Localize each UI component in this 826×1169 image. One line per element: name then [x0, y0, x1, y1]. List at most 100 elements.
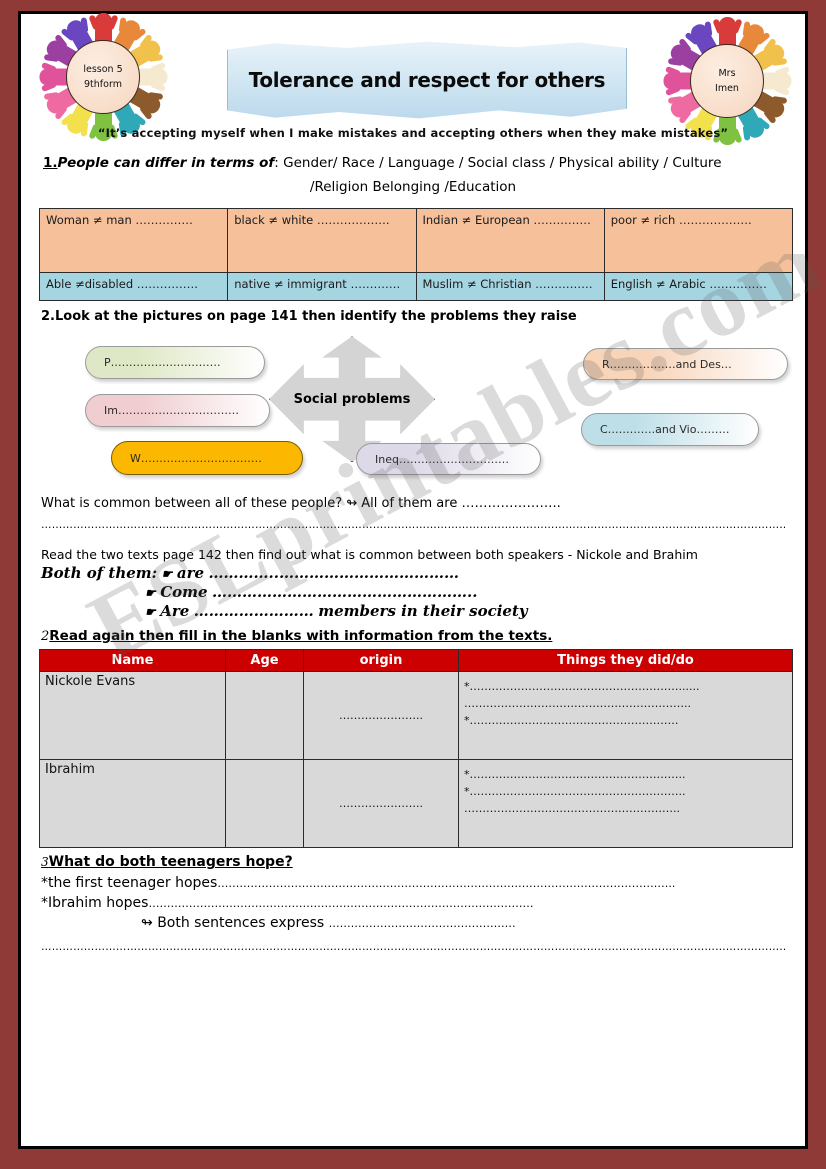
bullet-dots[interactable]: ……………………………………………..: [212, 583, 477, 601]
section-1-line-2: /Religion Belonging /Education: [309, 178, 517, 195]
section-1-items-1: Gender/ Race / Language / Social class /…: [278, 155, 722, 171]
bullet-dots[interactable]: ……………………: [194, 602, 314, 620]
differences-table: Woman ≠ man …………… black ≠ white ………………. …: [38, 208, 794, 302]
section-3-line-3: ↬ Both sentences express …………………………………………: [141, 915, 795, 931]
cell-things-line: ……………………………………………………..: [464, 697, 691, 711]
bullet-label: are: [176, 564, 205, 583]
section-3-line-2-text: *Ibrahim hopes: [41, 895, 149, 912]
lesson-badge-line2: 9thform: [84, 79, 122, 90]
section-1-line-1: 1.People can differ in terms of: Gender/…: [31, 152, 795, 176]
pill-conflict[interactable]: C………….and Vio………: [581, 413, 759, 447]
table-row: Woman ≠ man …………… black ≠ white ………………. …: [38, 208, 794, 274]
diff-cell[interactable]: poor ≠ rich ……………….: [603, 208, 794, 274]
names-table-instruction: 2Read again then fill in the blanks with…: [41, 627, 795, 645]
cell-name[interactable]: Nickole Evans: [39, 671, 226, 761]
both-of-them-line-2: ☛ Come ……………………………………………..: [145, 583, 795, 602]
bullet-label: Come: [160, 583, 208, 602]
header-quote: “It’s accepting myself when I make mista…: [97, 126, 729, 140]
cell-things-line: *…………………………………………………......: [464, 680, 700, 694]
pill-racism[interactable]: R………………and Des…: [583, 348, 788, 381]
names-table-instruction-text: Read again then fill in the blanks with …: [49, 628, 553, 645]
pointing-hand-icon: ↬: [141, 915, 153, 932]
cell-things[interactable]: *…………………………………………………...... ……………………………………: [458, 671, 793, 761]
common-question-answer-line[interactable]: ……………………………………………………………………………………………………………: [41, 519, 785, 531]
diagram-center-label: Social problems: [293, 391, 411, 407]
diff-cell[interactable]: Woman ≠ man ……………: [38, 208, 229, 274]
section-3-line-2-dots[interactable]: ……………………………………………………………………………………………: [148, 897, 533, 910]
teacher-badge-line1: Mrs: [718, 67, 736, 79]
table-row: Able ≠disabled ……………. native ≠ immigrant…: [38, 272, 794, 302]
pointing-hand-icon: ☛: [145, 586, 156, 601]
diff-cell[interactable]: Muslim ≠ Christian ……………: [415, 272, 605, 302]
pointing-hand-icon: ☛: [145, 605, 156, 620]
teacher-badge-line2: Imen: [715, 83, 739, 94]
bullet-label: Are: [160, 602, 190, 621]
title-banner: Tolerance and respect for others: [227, 40, 627, 120]
table-row: Nickole Evans ………………….. *…………………………………………: [39, 671, 793, 761]
section-3-line-3-dots[interactable]: ……………………………………………: [329, 917, 516, 930]
section-3-number: 3: [41, 855, 49, 870]
column-header-name: Name: [39, 649, 226, 673]
names-table: Name Age origin Things they did/do Nicko…: [39, 649, 793, 849]
pill-label: W……………………………: [130, 451, 262, 465]
cell-name[interactable]: Ibrahim: [39, 759, 226, 849]
pill-immigration[interactable]: Im……………………………: [85, 394, 270, 428]
pill-label: Im……………………………: [104, 404, 239, 418]
section-2-instruction: 2.Look at the pictures on page 141 then …: [41, 309, 577, 325]
bullet-suffix: members in their society: [318, 602, 528, 621]
column-header-things: Things they did/do: [458, 649, 793, 673]
cell-origin[interactable]: …………………..: [303, 759, 459, 849]
worksheet-page: lesson 5 9thform Tolerance and respect f…: [0, 0, 826, 1169]
bullet-dots[interactable]: …………..………………………………: [209, 564, 459, 582]
section-3-final-line[interactable]: ……………………………………………………………………………………………………………: [41, 941, 785, 953]
diff-cell[interactable]: English ≠ Arabic ……………: [603, 272, 794, 302]
cell-things-line: *…………………………………………………..: [464, 768, 686, 782]
social-problems-diagram: Social problems P………………………… Im……………………………: [31, 326, 795, 494]
diff-cell[interactable]: black ≠ white ……………….: [227, 208, 417, 274]
column-header-origin: origin: [303, 649, 459, 673]
section-3: 3What do both teenagers hope? *the first…: [31, 853, 795, 953]
diff-cell[interactable]: native ≠ immigrant ………….: [227, 272, 417, 302]
section-1: 1.People can differ in terms of: Gender/…: [31, 152, 795, 199]
pill-label: P…………………………: [104, 356, 221, 370]
table-row: Ibrahim ………………….. *…………………………………………………..…: [39, 759, 793, 849]
section-3-line-1-text: *the first teenager hopes: [41, 875, 218, 892]
common-question: What is common between all of these peop…: [41, 496, 561, 512]
cell-age[interactable]: [225, 671, 304, 761]
section-1-number: 1.: [43, 155, 58, 171]
worksheet-header: lesson 5 9thform Tolerance and respect f…: [31, 13, 795, 146]
hands-graphic-left: lesson 5 9thform: [39, 13, 167, 141]
section-3-line-1: *the first teenager hopes…………………………………………: [41, 875, 795, 891]
section-3-heading-row: 3What do both teenagers hope?: [41, 853, 795, 871]
diff-cell[interactable]: Indian ≠ European ……………: [415, 208, 605, 274]
pill-poverty[interactable]: P…………………………: [85, 346, 265, 380]
pill-label: R………………and Des…: [602, 357, 732, 371]
both-of-them-prefix: Both of them:: [41, 564, 158, 583]
cell-things-line: *…………………………………………………..: [464, 785, 686, 799]
hands-graphic-right: Mrs Imen: [663, 17, 791, 145]
section-1-title: People can differ in terms of: [57, 155, 275, 171]
pill-label: C………….and Vio………: [600, 423, 730, 437]
both-of-them-line-1: Both of them: ☛ are …………..………………………………: [41, 564, 795, 583]
teacher-badge: Mrs Imen: [690, 44, 764, 118]
column-header-age: Age: [225, 649, 304, 673]
worksheet-sheet: lesson 5 9thform Tolerance and respect f…: [18, 11, 821, 1149]
cell-things-line: *…………………………………………………: [464, 714, 679, 728]
read-texts-instruction: Read the two texts page 142 then find ou…: [41, 547, 698, 563]
cell-things-line: …………………………………………………..: [464, 802, 680, 816]
section-3-line-1-dots[interactable]: ……………………………………………………………………………………………………………: [217, 877, 675, 890]
worksheet-title: Tolerance and respect for others: [248, 68, 606, 92]
pointing-hand-icon: ☛: [161, 567, 173, 582]
lesson-badge: lesson 5 9thform: [66, 40, 140, 114]
both-of-them-line-3: ☛ Are …………………… members in their society: [145, 602, 795, 621]
diff-cell[interactable]: Able ≠disabled …………….: [38, 272, 229, 302]
section-3-heading: What do both teenagers hope?: [48, 854, 293, 871]
section-3-line-2: *Ibrahim hopes………………………………………………………………………: [41, 895, 795, 911]
table-header-row: Name Age origin Things they did/do: [39, 649, 793, 673]
section-3-line-3-text: Both sentences express: [157, 915, 325, 932]
lesson-badge-line1: lesson 5: [83, 63, 123, 75]
both-of-them-block: Both of them: ☛ are …………..……………………………… ☛…: [41, 564, 795, 621]
cell-origin[interactable]: …………………..: [303, 671, 459, 761]
cell-things[interactable]: *………………………………………………….. *……………………………………………: [458, 759, 793, 849]
cell-age[interactable]: [225, 759, 304, 849]
